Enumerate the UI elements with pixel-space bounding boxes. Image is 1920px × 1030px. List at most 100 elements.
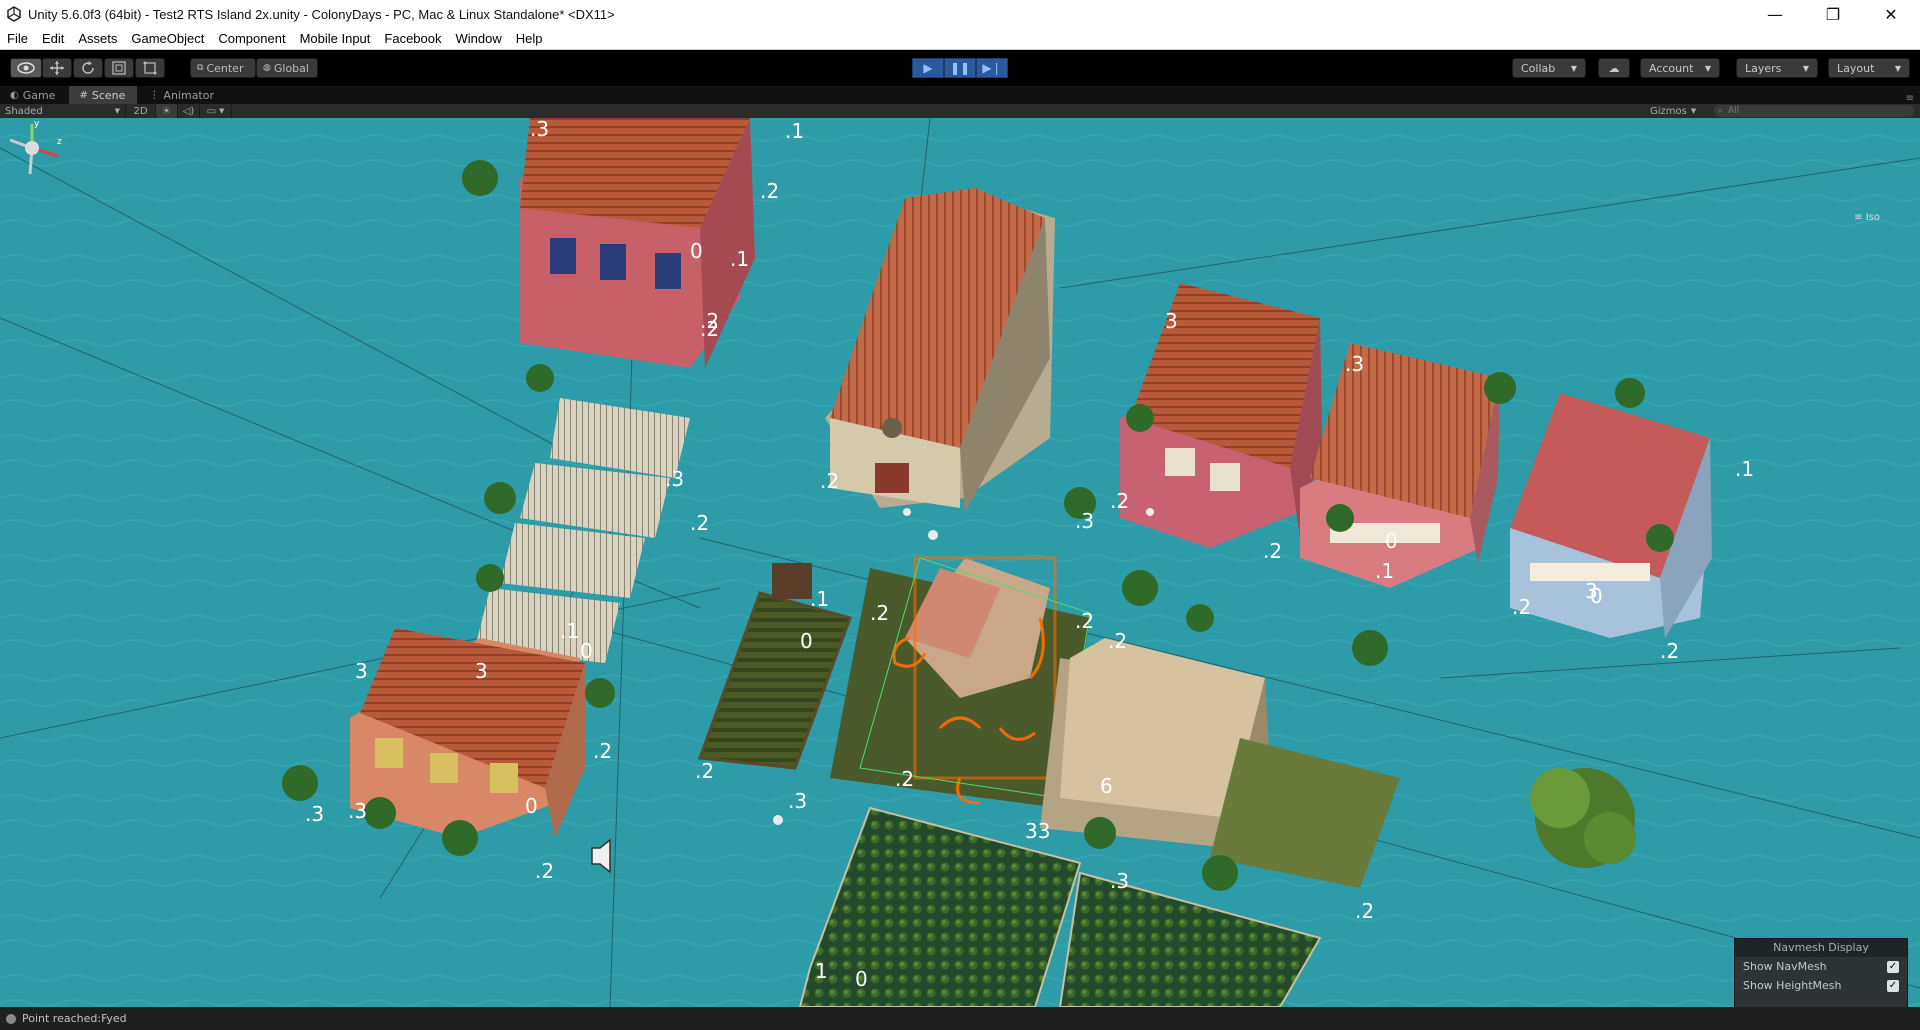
scene-view[interactable]: .1 .2 .3 0 .1 .2 .2 3 .3 .2 .2 0 .1 .2 3…	[0, 118, 1920, 1007]
debug-label: 1	[815, 959, 828, 983]
rotate-tool-button[interactable]	[73, 58, 103, 78]
debug-label: .2	[895, 767, 914, 791]
effects-dropdown[interactable]: ▭ ▼	[200, 104, 232, 118]
debug-label: 6	[1100, 774, 1113, 798]
layers-dropdown[interactable]: Layers ▼	[1736, 58, 1818, 78]
debug-label: .3	[348, 799, 367, 823]
status-bar[interactable]: Point reached:Fyed	[0, 1007, 1920, 1030]
show-navmesh-checkbox[interactable]: ✓	[1887, 960, 1899, 973]
tab-scene-label: Scene	[91, 88, 126, 102]
projection-label[interactable]: ≡ Iso	[1854, 212, 1880, 223]
pivot-label: Center	[206, 61, 244, 75]
debug-label: 0	[1385, 529, 1398, 553]
animator-icon: ⋮	[149, 89, 160, 101]
move-icon	[50, 61, 64, 75]
layout-dropdown[interactable]: Layout ▼	[1828, 58, 1910, 78]
debug-label: .2	[1108, 629, 1127, 653]
debug-label: 3	[355, 659, 368, 683]
tab-game[interactable]: ◐ Game	[0, 86, 67, 104]
play-button[interactable]: ▶	[912, 58, 944, 78]
cloud-button[interactable]: ☁	[1598, 58, 1630, 78]
account-dropdown[interactable]: Account ▼	[1640, 58, 1720, 78]
svg-text:y: y	[34, 119, 40, 129]
menu-gameobject[interactable]: GameObject	[124, 31, 211, 46]
debug-label: .2	[690, 511, 709, 535]
debug-label: .1	[730, 247, 749, 271]
close-button[interactable]: ✕	[1862, 0, 1920, 28]
step-button[interactable]: ▶❘	[976, 58, 1008, 78]
rect-tool-button[interactable]	[135, 58, 165, 78]
scale-icon	[112, 61, 126, 75]
navmesh-display-panel: Navmesh Display Show NavMesh ✓ Show Heig…	[1734, 938, 1908, 1007]
menu-window[interactable]: Window	[449, 31, 509, 46]
menu-help[interactable]: Help	[509, 31, 550, 46]
debug-label: 0	[580, 639, 593, 663]
pivot-toggle-button[interactable]: ⧉ Center	[190, 58, 256, 78]
menu-component[interactable]: Component	[211, 31, 292, 46]
chevron-down-icon: ▼	[1704, 63, 1711, 73]
toggle-2d-button[interactable]: 2D	[126, 104, 156, 118]
view-tool-button[interactable]	[10, 58, 42, 78]
pivot-icon: ⧉	[197, 63, 204, 73]
speaker-icon: ◁)	[182, 105, 195, 117]
tab-animator-label: Animator	[163, 88, 214, 102]
projection-icon: ≡	[1854, 212, 1863, 223]
svg-text:z: z	[57, 137, 62, 147]
pause-button[interactable]: ❚❚	[944, 58, 976, 78]
orientation-gizmo[interactable]: y z	[0, 118, 64, 198]
house-pink-top	[520, 118, 755, 368]
mode-2d-label: 2D	[133, 105, 148, 117]
debug-label: .2	[760, 179, 779, 203]
move-tool-button[interactable]	[42, 58, 72, 78]
menu-bar: File Edit Assets GameObject Component Mo…	[0, 28, 1920, 50]
search-icon: ⌕	[1718, 106, 1724, 116]
scene-search-input[interactable]: ⌕ All	[1714, 105, 1914, 117]
restore-button[interactable]: ❐	[1804, 0, 1862, 28]
debug-label: .3	[1075, 509, 1094, 533]
gizmos-label: Gizmos	[1650, 105, 1687, 117]
debug-label: 0	[800, 629, 813, 653]
collab-label: Collab	[1521, 61, 1556, 75]
lighting-toggle[interactable]: ☀	[156, 104, 178, 118]
menu-facebook[interactable]: Facebook	[377, 31, 448, 46]
debug-label: .1	[1735, 457, 1754, 481]
show-heightmesh-checkbox[interactable]: ✓	[1887, 979, 1899, 992]
menu-file[interactable]: File	[0, 31, 35, 46]
menu-mobile-input[interactable]: Mobile Input	[293, 31, 378, 46]
show-heightmesh-row[interactable]: Show HeightMesh ✓	[1735, 976, 1907, 995]
chevron-down-icon: ▼	[1894, 63, 1901, 73]
gizmos-dropdown[interactable]: Gizmos ▼	[1650, 104, 1696, 118]
menu-edit[interactable]: Edit	[35, 31, 71, 46]
debug-label: .2	[695, 759, 714, 783]
debug-label: .2	[1355, 899, 1374, 923]
window-title: Unity 5.6.0f3 (64bit) - Test2 RTS Island…	[28, 6, 615, 22]
projection-text: Iso	[1865, 212, 1880, 223]
play-icon: ▶	[923, 61, 933, 75]
rotate-icon	[82, 61, 94, 74]
debug-label: .2	[535, 859, 554, 883]
chevron-down-icon: ▼	[1802, 63, 1809, 73]
unity-logo-icon	[7, 6, 21, 22]
shading-label: Shaded	[5, 105, 43, 117]
shading-mode-dropdown[interactable]: Shaded ▼	[0, 104, 126, 118]
audio-toggle[interactable]: ◁)	[178, 104, 200, 118]
status-message: Point reached:Fyed	[22, 1012, 127, 1025]
tab-scene[interactable]: # Scene	[69, 86, 138, 104]
menu-assets[interactable]: Assets	[71, 31, 124, 46]
debug-label: 33	[1025, 819, 1050, 843]
tab-animator[interactable]: ⋮ Animator	[139, 86, 226, 104]
debug-label: .1	[785, 119, 804, 143]
show-navmesh-label: Show NavMesh	[1743, 960, 1827, 973]
debug-label: .3	[530, 118, 549, 141]
tab-options-icon[interactable]: ≡	[1906, 93, 1914, 104]
rect-transform-icon	[143, 61, 157, 75]
show-navmesh-row[interactable]: Show NavMesh ✓	[1735, 957, 1907, 976]
space-toggle-button[interactable]: ◍ Global	[256, 58, 318, 78]
debug-label: .1	[560, 619, 579, 643]
debug-label: .3	[305, 802, 324, 826]
scale-tool-button[interactable]	[104, 58, 134, 78]
tab-game-label: Game	[22, 88, 56, 102]
minimize-button[interactable]: —	[1746, 0, 1804, 28]
debug-label: .2	[1075, 609, 1094, 633]
collab-dropdown[interactable]: Collab ▼	[1512, 58, 1586, 78]
